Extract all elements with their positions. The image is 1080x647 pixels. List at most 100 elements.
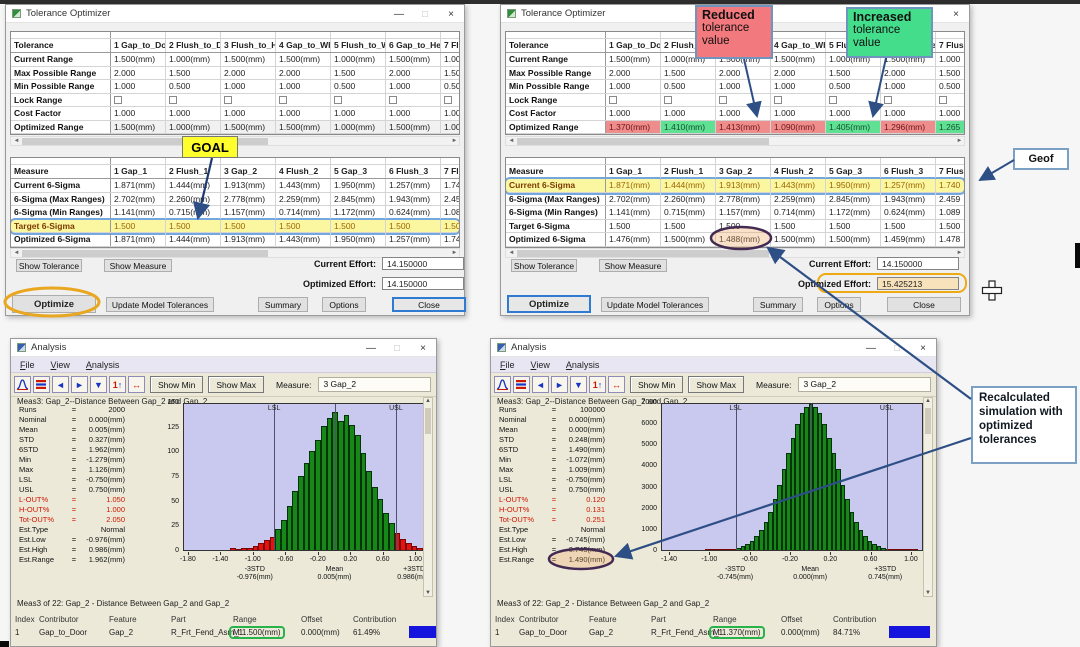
grid-cell[interactable]: 1.500 [661, 220, 716, 233]
measure-field[interactable]: 3 Gap_2 [798, 377, 931, 392]
grid-cell[interactable]: 1.444(mm) [166, 233, 221, 246]
scroll-left-icon[interactable]: ◄ [507, 249, 516, 257]
grid-cell[interactable]: 1.172(mm) [826, 206, 881, 219]
prev-measure-icon[interactable]: ◄ [532, 376, 549, 393]
grid-cell[interactable]: 1.950(mm) [331, 179, 386, 192]
grid-cell[interactable]: 1.500(mm) [111, 53, 166, 66]
grid-cell[interactable]: 1.871(mm) [606, 179, 661, 192]
grid-cell[interactable] [276, 94, 331, 107]
grid-cell[interactable]: 2.000 [716, 67, 771, 80]
grid-cell[interactable]: 1.740 [936, 179, 965, 192]
grid-cell[interactable]: 1.943(mm) [386, 193, 441, 206]
grid-cell[interactable]: 1.500 [441, 67, 460, 80]
grid-cell[interactable]: 1.500 [826, 220, 881, 233]
grid-cell[interactable]: 2.778(mm) [221, 193, 276, 206]
grid-cell[interactable]: 1.500(mm) [606, 53, 661, 66]
grid-cell[interactable]: 1.500 [441, 220, 460, 233]
spread-icon[interactable]: ↔ [608, 376, 625, 393]
menu-analysis[interactable]: Analysis [566, 360, 600, 370]
grid-cell[interactable]: 1.000 [826, 107, 881, 120]
menu-file[interactable]: File [20, 360, 35, 370]
scroll-left-icon[interactable]: ◄ [12, 249, 21, 257]
grid-cell[interactable]: 1.257(mm) [386, 179, 441, 192]
grid-cell[interactable]: 1.950(mm) [826, 179, 881, 192]
grid-cell[interactable]: 1.500 [221, 220, 276, 233]
grid-cell[interactable]: 1.500 [166, 67, 221, 80]
grid-cell[interactable]: 1.000 [936, 53, 965, 66]
menu-file[interactable]: File [500, 360, 515, 370]
goto-measure-icon[interactable]: ▼ [90, 376, 107, 393]
lock-range-checkbox[interactable] [884, 96, 892, 104]
lock-range-checkbox[interactable] [334, 96, 342, 104]
sort-contributors-icon[interactable]: 1↑ [589, 376, 606, 393]
grid-cell[interactable]: 1.500 [771, 220, 826, 233]
maximize-button[interactable]: □ [384, 339, 410, 357]
grid-cell[interactable]: 1.000 [386, 107, 441, 120]
grid-cell[interactable]: 2.259(mm) [276, 193, 331, 206]
contributor-cell[interactable]: Gap_to_Door [519, 628, 567, 638]
grid-cell[interactable]: 1.000 [606, 107, 661, 120]
lock-range-checkbox[interactable] [114, 96, 122, 104]
grid-cell[interactable]: 1.265 [936, 121, 965, 134]
grid-cell[interactable]: 1.090(mm) [771, 121, 826, 134]
grid-cell[interactable]: 0.500 [661, 80, 716, 93]
grid-cell[interactable]: 1.000 [771, 107, 826, 120]
grid-cell[interactable]: 2.702(mm) [111, 193, 166, 206]
grid-cell[interactable]: 1.500(mm) [771, 233, 826, 246]
grid-cell[interactable]: 1.444(mm) [166, 179, 221, 192]
contributor-range-cell[interactable]: M:1.500(mm) [233, 626, 285, 639]
grid-cell[interactable]: 2.000 [771, 67, 826, 80]
grid-cell[interactable]: 1.410(mm) [661, 121, 716, 134]
grid-cell[interactable]: 1.443(mm) [276, 179, 331, 192]
grid-cell[interactable]: 1.000 [936, 107, 965, 120]
close-button[interactable]: × [943, 5, 969, 23]
grid-cell[interactable]: 0.500 [441, 80, 460, 93]
grid-cell[interactable]: 1.000 [716, 80, 771, 93]
grid-cell[interactable]: 1.740 [441, 233, 460, 246]
grid-cell[interactable]: 1.500 [661, 67, 716, 80]
grid-cell[interactable]: 1.000 [881, 107, 936, 120]
lock-range-checkbox[interactable] [829, 96, 837, 104]
scroll-up-icon[interactable]: ▲ [924, 398, 932, 404]
grid-cell[interactable]: 1.500 [331, 220, 386, 233]
show-max-button[interactable]: Show Max [688, 376, 744, 393]
scroll-thumb[interactable] [425, 408, 431, 434]
grid-cell[interactable]: 1.405(mm) [826, 121, 881, 134]
grid-cell[interactable]: 1.089 [441, 206, 460, 219]
minimize-button[interactable]: — [858, 339, 884, 357]
contributor-cell[interactable]: 84.71% [833, 628, 860, 638]
grid-cell[interactable]: 1.257(mm) [881, 179, 936, 192]
grid-cell[interactable]: 1.370(mm) [606, 121, 661, 134]
scroll-left-icon[interactable]: ◄ [12, 137, 21, 145]
grid-cell[interactable] [826, 94, 881, 107]
grid-cell[interactable]: 0.715(mm) [166, 206, 221, 219]
grid-cell[interactable]: 1.500(mm) [661, 233, 716, 246]
grid-cell[interactable]: 1.000 [771, 80, 826, 93]
scroll-right-icon[interactable]: ► [450, 249, 459, 257]
grid-cell[interactable]: 1.500 [936, 67, 965, 80]
grid-cell[interactable]: 0.714(mm) [771, 206, 826, 219]
show-tolerance-button[interactable]: Show Tolerance [16, 259, 82, 272]
update-model-tolerances-button[interactable]: Update Model Tolerances [601, 297, 709, 312]
grid-cell[interactable]: 1.000 [441, 107, 460, 120]
grid-cell[interactable]: 1.000 [606, 80, 661, 93]
scroll-left-icon[interactable]: ◄ [507, 137, 516, 145]
grid-cell[interactable] [221, 94, 276, 107]
grid-cell[interactable]: 1.000(mm) [331, 53, 386, 66]
grid-cell[interactable] [661, 94, 716, 107]
grid-cell[interactable]: 1.000 [716, 107, 771, 120]
grid-cell[interactable]: 2.000 [386, 67, 441, 80]
summary-button[interactable]: Summary [258, 297, 308, 312]
contributor-cell[interactable]: Gap_2 [589, 628, 613, 638]
grid-cell[interactable] [441, 94, 460, 107]
grid-cell[interactable]: 2.845(mm) [331, 193, 386, 206]
scroll-up-icon[interactable]: ▲ [424, 398, 432, 404]
grid-cell[interactable]: 1.000 [166, 107, 221, 120]
grid-cell[interactable] [606, 94, 661, 107]
summary-button[interactable]: Summary [753, 297, 803, 312]
menu-view[interactable]: View [531, 360, 550, 370]
options-button[interactable]: Options [817, 297, 861, 312]
grid-cell[interactable]: 0.714(mm) [276, 206, 331, 219]
scroll-right-icon[interactable]: ► [955, 137, 964, 145]
show-min-button[interactable]: Show Min [630, 376, 683, 393]
